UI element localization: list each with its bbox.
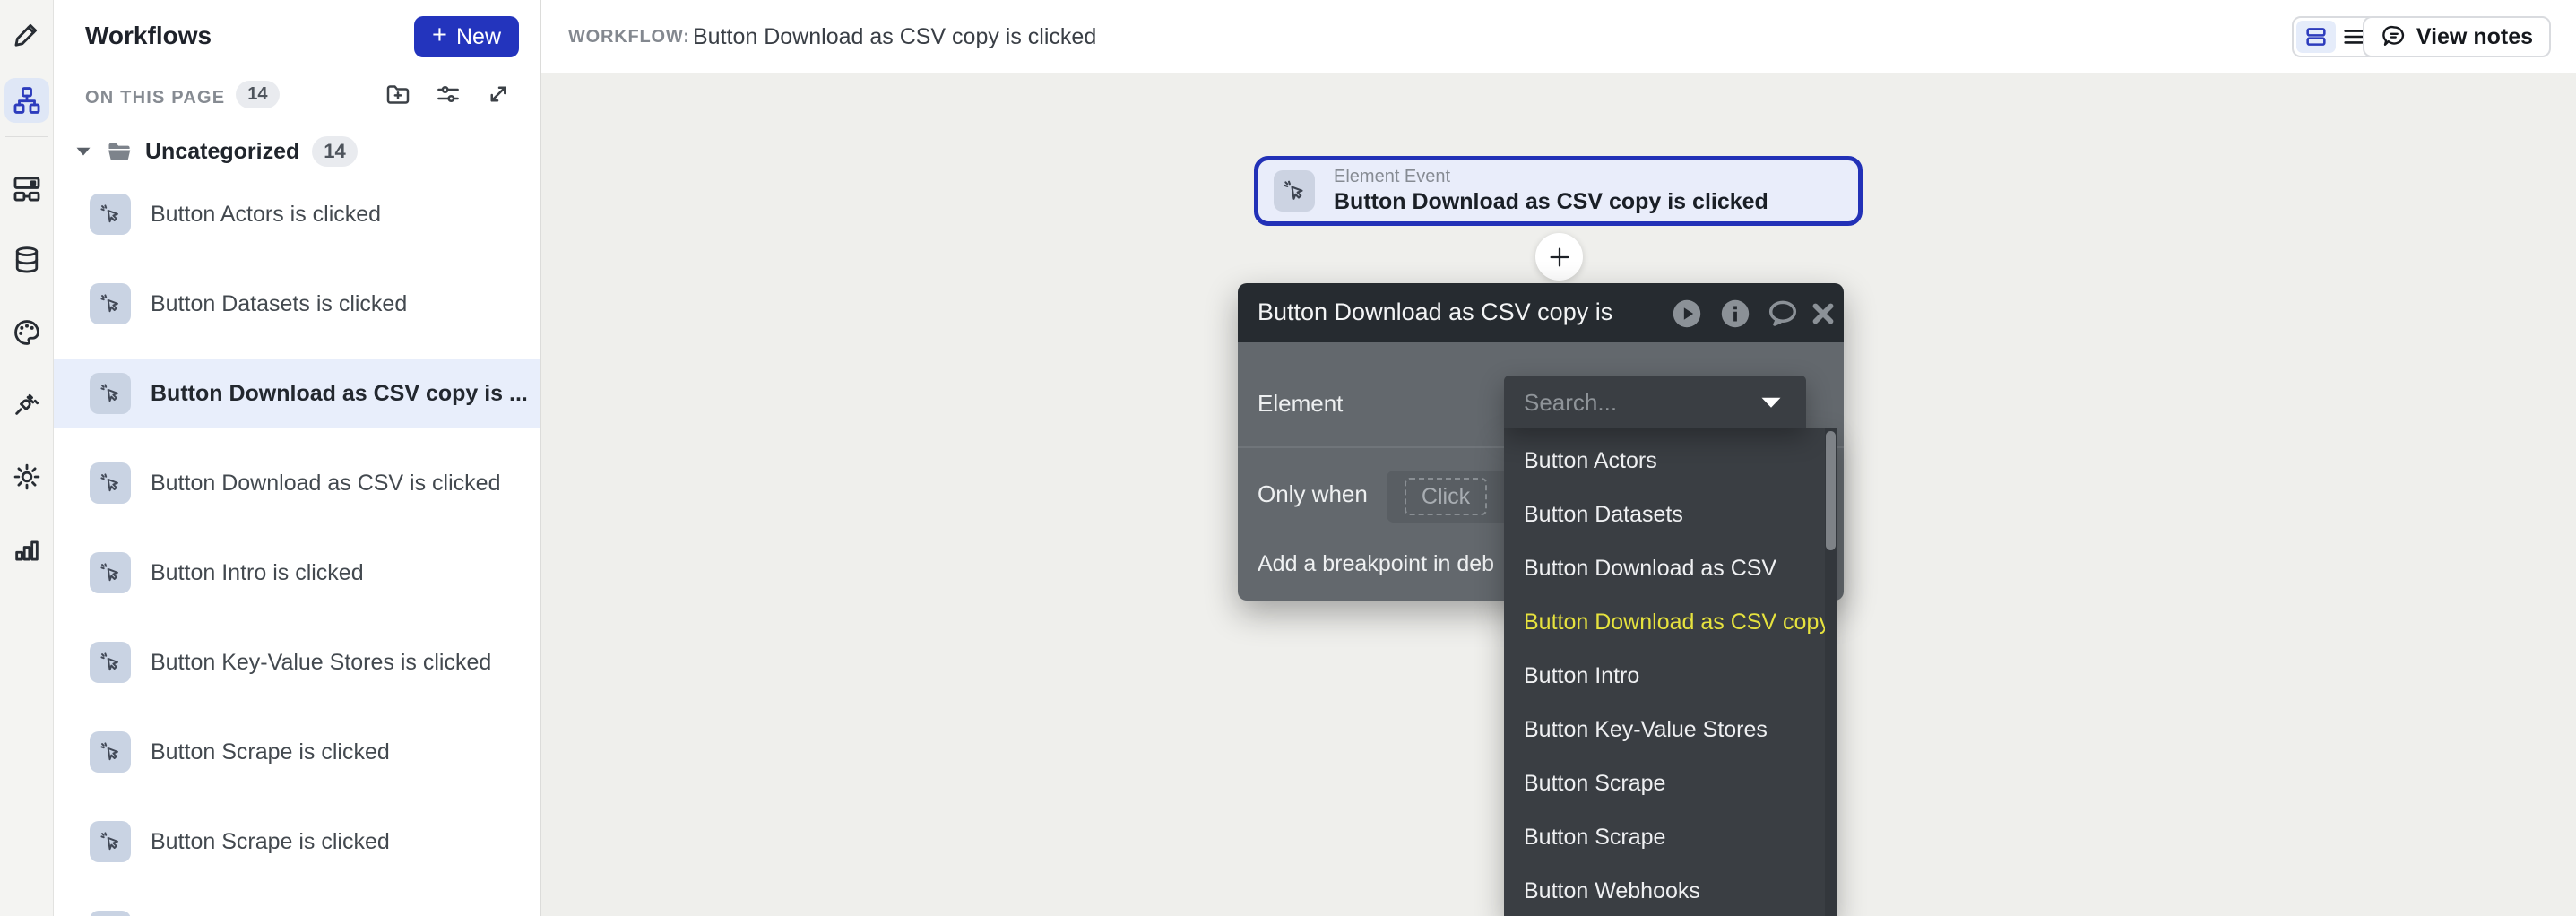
rail-divider [5, 136, 48, 137]
folder-plus-icon[interactable] [385, 81, 411, 108]
expand-icon[interactable] [485, 81, 512, 108]
chevron-down-icon[interactable] [1761, 397, 1781, 408]
info-icon[interactable] [1718, 297, 1752, 331]
cursor-click-icon [90, 642, 131, 683]
list-item-label: Button Download as CSV is clicked [151, 471, 500, 497]
view-notes-button[interactable]: View notes [2363, 16, 2551, 57]
dropdown-scrollbar-thumb[interactable] [1826, 431, 1836, 550]
dropdown-option[interactable]: Button Scrape [1504, 810, 1837, 864]
dropdown-option[interactable]: Button Download as CSV [1504, 541, 1837, 595]
dropdown-option-highlighted[interactable]: Button Download as CSV copy [1504, 595, 1837, 649]
bar-chart-icon[interactable] [12, 533, 42, 564]
close-icon[interactable] [1806, 297, 1840, 331]
workflow-editor-app: Workflows + New ON THIS PAGE14 Uncategor… [0, 0, 2576, 916]
plus-icon: + [432, 22, 447, 48]
dropdown-option[interactable]: Button Webhooks [1504, 864, 1837, 916]
element-options-list: Button Actors Button Datasets Button Dow… [1504, 428, 1837, 916]
list-item-label: Button Download as CSV copy is ... [151, 381, 528, 407]
filter-sliders-icon[interactable] [435, 81, 462, 108]
list-item-partial[interactable] [54, 896, 540, 916]
plug-icon[interactable] [12, 388, 42, 419]
main-area: WORKFLOW: Button Download as CSV copy is… [541, 0, 2576, 916]
database-icon[interactable] [12, 245, 42, 275]
dropdown-option[interactable]: Button Scrape [1504, 756, 1837, 810]
topbar: WORKFLOW: Button Download as CSV copy is… [541, 0, 2576, 73]
list-item[interactable]: Button Scrape is clicked [54, 807, 540, 877]
workflow-breadcrumb-label: WORKFLOW: [568, 27, 690, 48]
list-item-label: Button Datasets is clicked [151, 291, 407, 317]
element-event-node[interactable]: Element Event Button Download as CSV cop… [1254, 156, 1863, 226]
cursor-click-icon [1274, 170, 1315, 212]
workflows-sitemap-icon[interactable] [12, 85, 42, 116]
list-item[interactable]: Button Datasets is clicked [54, 269, 540, 339]
node-type-label: Element Event [1334, 167, 1450, 187]
section-label: ON THIS PAGE14 [85, 84, 280, 112]
comment-notes-icon [2381, 23, 2407, 50]
dropdown-option[interactable]: Button Datasets [1504, 488, 1837, 541]
list-item[interactable]: Button Scrape is clicked [54, 717, 540, 787]
cursor-click-icon [90, 911, 131, 916]
cursor-click-icon [90, 552, 131, 593]
modal-header[interactable]: Button Download as CSV copy is [1238, 283, 1844, 342]
element-search-input[interactable]: Search... [1504, 376, 1806, 428]
dropdown-option[interactable]: Button Actors [1504, 434, 1837, 488]
cursor-click-icon [90, 194, 131, 235]
workflow-canvas[interactable]: Element Event Button Download as CSV cop… [541, 73, 2576, 916]
gear-icon[interactable] [12, 462, 42, 492]
element-field-label: Element [1258, 390, 1343, 418]
folder-tree-row[interactable]: Uncategorized 14 [54, 131, 540, 172]
search-placeholder: Search... [1524, 389, 1617, 417]
workflows-sidebar: Workflows + New ON THIS PAGE14 Uncategor… [54, 0, 541, 916]
icon-rail [0, 0, 54, 916]
comment-icon[interactable] [1766, 297, 1800, 331]
folder-count-badge: 14 [312, 136, 357, 167]
list-item-selected[interactable]: Button Download as CSV copy is ... [54, 359, 540, 428]
click-chip-label: Click [1405, 478, 1487, 515]
play-icon[interactable] [1670, 297, 1704, 331]
list-item-label: Button Key-Value Stores is clicked [151, 650, 491, 676]
list-item[interactable]: Button Actors is clicked [54, 179, 540, 249]
cursor-click-icon [90, 731, 131, 773]
workflow-title: Button Download as CSV copy is clicked [693, 24, 1096, 50]
cursor-click-icon [90, 373, 131, 414]
dropdown-scrollbar-track[interactable] [1825, 428, 1837, 916]
only-when-label: Only when [1258, 480, 1368, 508]
view-notes-label: View notes [2416, 24, 2533, 50]
list-item-label: Button Intro is clicked [151, 560, 364, 586]
list-item-label: Button Scrape is clicked [151, 829, 390, 855]
add-step-button[interactable] [1535, 233, 1583, 281]
list-item-label: Button Actors is clicked [151, 202, 381, 228]
dropdown-option[interactable]: Button Intro [1504, 649, 1837, 703]
new-button-label: New [456, 24, 501, 50]
list-item[interactable]: Button Intro is clicked [54, 538, 540, 608]
caret-down-icon[interactable] [75, 146, 91, 157]
node-title: Button Download as CSV copy is clicked [1334, 189, 1768, 215]
stacked-rows-view-icon[interactable] [2296, 21, 2336, 53]
cursor-click-icon [90, 462, 131, 504]
palette-icon[interactable] [12, 317, 42, 348]
pencil-icon[interactable] [12, 19, 42, 49]
browser-cards-icon[interactable] [12, 174, 42, 204]
folder-name: Uncategorized [145, 139, 299, 165]
modal-title: Button Download as CSV copy is [1258, 298, 1612, 326]
folder-icon [106, 138, 133, 165]
list-item-label: Button Scrape is clicked [151, 739, 390, 765]
cursor-click-icon [90, 283, 131, 324]
list-item[interactable]: Button Key-Value Stores is clicked [54, 627, 540, 697]
new-workflow-button[interactable]: + New [414, 16, 519, 57]
on-this-page-row: ON THIS PAGE14 [54, 79, 540, 111]
list-item[interactable]: Button Download as CSV is clicked [54, 448, 540, 518]
section-count-badge: 14 [236, 81, 279, 108]
breakpoint-text: Add a breakpoint in deb [1258, 551, 1494, 577]
plus-icon [1546, 244, 1573, 271]
cursor-click-icon [90, 821, 131, 862]
dropdown-option[interactable]: Button Key-Value Stores [1504, 703, 1837, 756]
sidebar-title: Workflows [85, 22, 212, 50]
